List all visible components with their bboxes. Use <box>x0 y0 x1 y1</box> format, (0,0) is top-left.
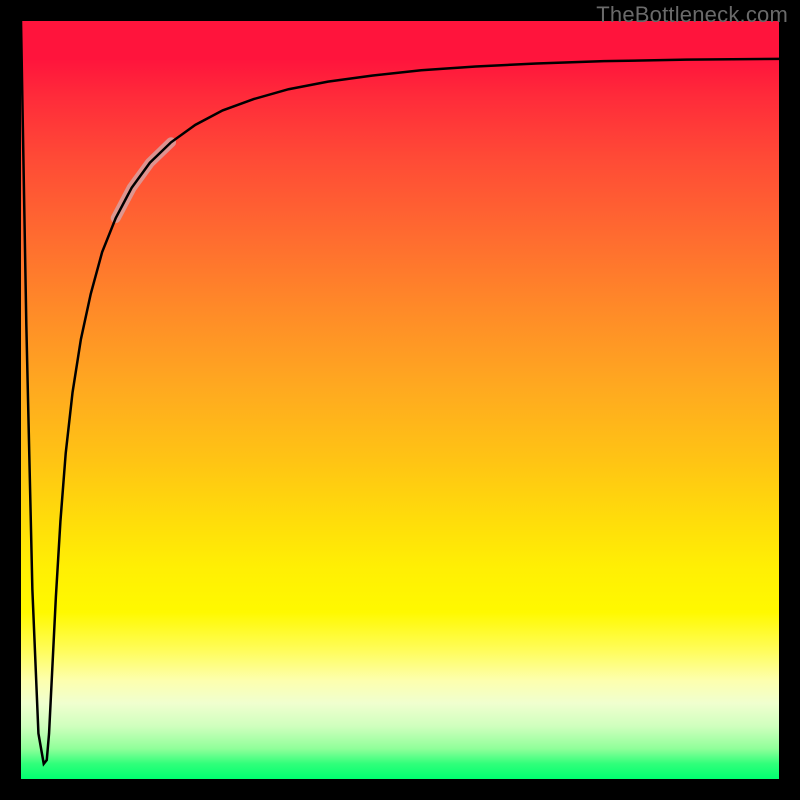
chart-frame: TheBottleneck.com <box>0 0 800 800</box>
highlight-segment <box>116 142 171 218</box>
chart-svg <box>21 21 779 779</box>
bottleneck-curve <box>21 21 779 764</box>
plot-area <box>21 21 779 779</box>
watermark-label: TheBottleneck.com <box>596 2 788 28</box>
